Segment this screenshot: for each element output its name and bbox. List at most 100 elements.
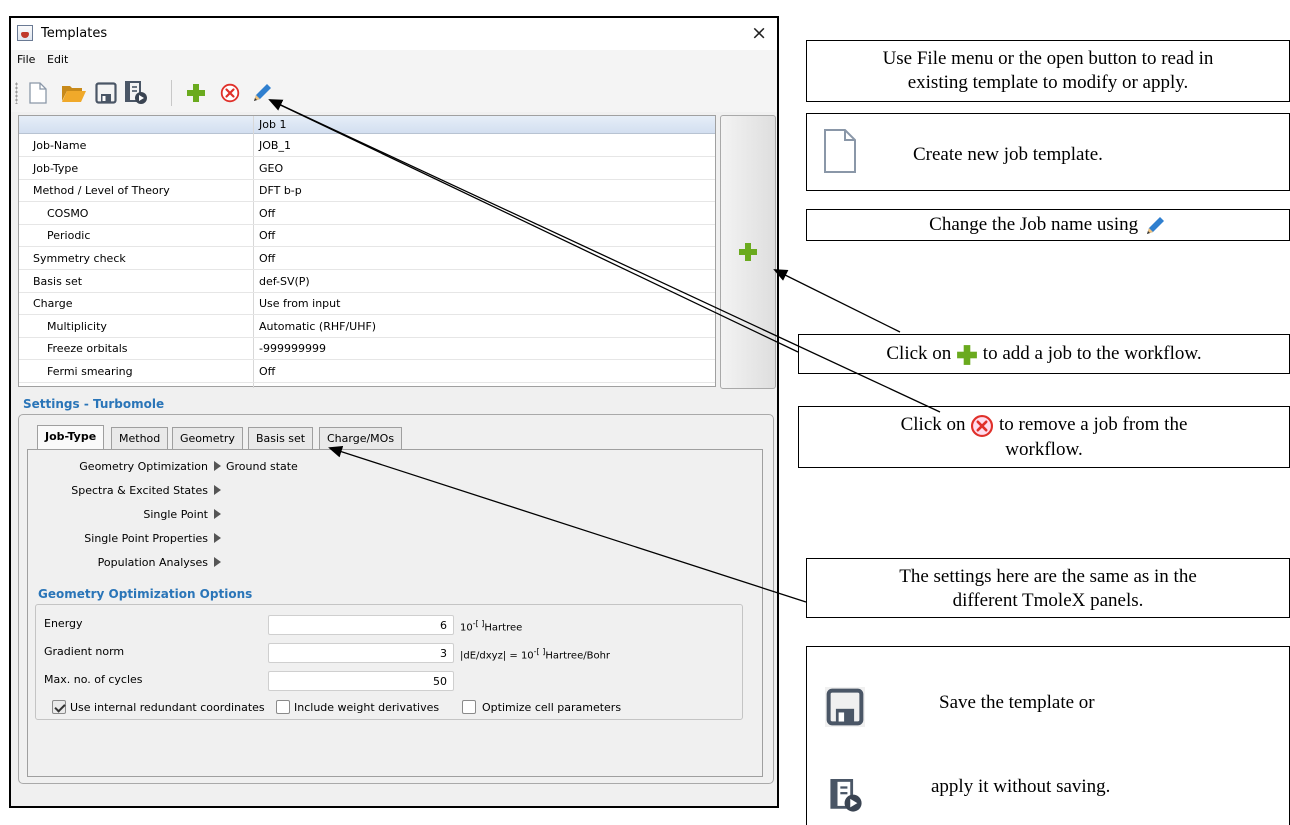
menu-edit[interactable]: Edit [47, 53, 68, 66]
row-value[interactable]: GEO [259, 162, 283, 175]
plus-icon [957, 344, 977, 365]
table-row[interactable]: Periodic Off [19, 225, 715, 248]
tab-geometry[interactable]: Geometry [172, 427, 243, 449]
expand-arrow-icon[interactable] [214, 485, 221, 495]
rename-job-button[interactable] [249, 80, 275, 106]
open-annotation: Use File menu or the open button to read… [806, 40, 1290, 102]
open-folder-icon [62, 86, 86, 102]
java-app-icon [17, 25, 33, 41]
open-button[interactable] [61, 80, 87, 106]
energy-input[interactable]: 6 [268, 615, 454, 635]
table-row[interactable]: COSMO Off [19, 203, 715, 225]
energy-unit: 10-[ ]Hartree [460, 619, 523, 634]
add-job-side-button[interactable] [720, 115, 776, 389]
row-value[interactable]: Automatic (RHF/UHF) [259, 320, 376, 333]
new-file-icon [824, 129, 856, 173]
jobs-table: Job 1 Job-Name JOB_1 Job-Type GEO Method / L… [18, 115, 716, 388]
expand-arrow-icon[interactable] [214, 533, 221, 543]
row-value[interactable]: -999999999 [259, 342, 326, 355]
expand-arrow-icon[interactable] [214, 509, 221, 519]
add-job-button[interactable] [183, 80, 209, 106]
toolbar-grip[interactable] [15, 82, 18, 104]
row-value[interactable]: Off [259, 365, 275, 378]
toolbar-separator [171, 80, 172, 106]
row-label: Multiplicity [47, 319, 107, 333]
tab-method[interactable]: Method [111, 427, 169, 449]
close-button[interactable]: × [751, 22, 767, 44]
row-label: Charge [33, 297, 73, 311]
table-row[interactable]: Basis set def-SV(P) [19, 271, 715, 293]
row-label: Method / Level of Theory [33, 184, 170, 198]
apply-template-icon [830, 779, 862, 812]
gradient-label: Gradient norm [44, 645, 125, 658]
menu-bar: File Edit [11, 50, 777, 72]
row-value[interactable]: JOB_1 [259, 139, 291, 152]
pencil-icon [1146, 216, 1164, 234]
optimize-cell-checkbox[interactable] [462, 700, 476, 714]
rename-annotation: Change the Job name using [806, 209, 1290, 241]
cycles-label: Max. no. of cycles [44, 673, 143, 686]
table-row[interactable]: Job-Type GEO [19, 158, 715, 180]
row-value[interactable]: Off [259, 207, 275, 220]
tab-job-type[interactable]: Job-Type [37, 425, 105, 449]
row-label: Job-Name [33, 139, 87, 152]
save-apply-annotation: Save the template or apply it without sa… [806, 646, 1290, 825]
new-annotation: Create new job template. [806, 113, 1290, 191]
settings-panel: Job-Type Method Geometry Basis set Charg… [18, 414, 774, 784]
new-button[interactable] [25, 80, 51, 106]
remove-circle-icon [971, 414, 994, 437]
job-type-tab-content: Geometry Optimization Ground state Spect… [27, 449, 763, 777]
tab-charge-mos[interactable]: Charge/MOs [319, 427, 403, 449]
row-value[interactable]: Off [259, 229, 275, 242]
weight-derivatives-checkbox[interactable] [276, 700, 290, 714]
window-title: Templates [41, 26, 108, 41]
tab-basis-set[interactable]: Basis set [248, 427, 314, 449]
geometry-options-panel: Energy 6 10-[ ]Hartree Gradient norm 3 |… [35, 604, 743, 720]
add-job-annotation: Click on to add a job to the workflow. [798, 334, 1290, 374]
row-value[interactable]: def-SV(P) [259, 275, 310, 288]
table-row[interactable]: Symmetry check Off [19, 248, 715, 270]
new-file-icon [29, 82, 47, 104]
row-label: COSMO [47, 206, 89, 220]
expand-arrow-icon[interactable] [214, 557, 221, 567]
job-column-header[interactable]: Job 1 [259, 118, 286, 131]
weight-derivatives-label: Include weight derivatives [294, 701, 440, 714]
table-row[interactable]: Fermi smearing Off [19, 361, 715, 383]
row-label: Fermi smearing [47, 365, 133, 378]
table-row[interactable]: Multiplicity Automatic (RHF/UHF) [19, 316, 715, 338]
internal-coords-checkbox[interactable] [52, 700, 66, 714]
table-row[interactable]: Method / Level of Theory DFT b-p [19, 180, 715, 203]
remove-job-annotation: Click on to remove a job from the workfl… [798, 406, 1290, 468]
gradient-unit: |dE/dxyz| = 10-[ ]Hartree/Bohr [460, 647, 611, 662]
plus-icon [187, 84, 205, 102]
save-disk-icon [825, 687, 865, 727]
job-type-value: Ground state [226, 460, 298, 473]
plus-icon [739, 243, 757, 261]
row-value[interactable]: DFT b-p [259, 184, 302, 197]
row-value[interactable]: Off [259, 252, 275, 265]
remove-job-button[interactable] [217, 80, 243, 106]
title-bar: Templates × [11, 18, 777, 50]
optimize-cell-label: Optimize cell parameters [482, 701, 622, 714]
row-label: Basis set [33, 274, 83, 288]
table-row[interactable]: Freeze orbitals -999999999 [19, 338, 715, 361]
save-disk-icon [95, 82, 117, 104]
row-label: Job-Type [33, 161, 79, 175]
geometry-options-heading: Geometry Optimization Options [38, 587, 253, 601]
table-row[interactable]: Charge Use from input [19, 293, 715, 316]
remove-circle-icon [220, 83, 240, 103]
gradient-input[interactable]: 3 [268, 643, 454, 663]
apply-button[interactable] [123, 80, 149, 106]
templates-window: Templates × File Edit Job 1 Job-Name JOB… [9, 16, 779, 808]
menu-file[interactable]: File [17, 53, 35, 66]
save-button[interactable] [93, 80, 119, 106]
settings-title: Settings - Turbomole [23, 397, 165, 411]
expand-arrow-icon[interactable] [214, 461, 221, 471]
row-label: Freeze orbitals [47, 342, 128, 356]
row-label: Periodic [47, 229, 91, 243]
row-value[interactable]: Use from input [259, 297, 340, 310]
cycles-input[interactable]: 50 [268, 671, 454, 691]
arrow-to-add-side [773, 269, 901, 333]
table-header: Job 1 [19, 116, 715, 134]
table-row[interactable]: Job-Name JOB_1 [19, 135, 715, 157]
